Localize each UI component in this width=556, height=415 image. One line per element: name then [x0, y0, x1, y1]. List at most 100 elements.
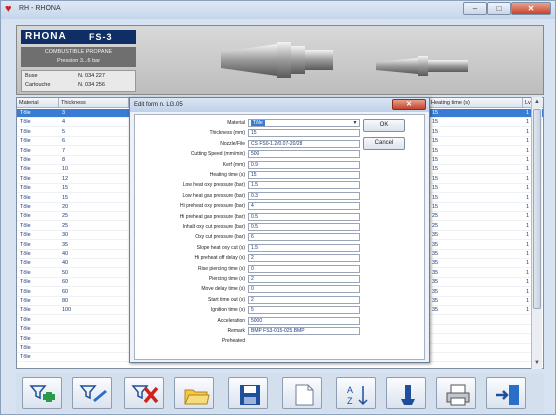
- table-cell-thickness[interactable]: 5: [59, 128, 129, 137]
- table-cell-material[interactable]: Tôle: [17, 306, 59, 316]
- table-cell-heating-time[interactable]: 15: [429, 165, 523, 175]
- field-input[interactable]: 4: [248, 202, 360, 211]
- minimize-button[interactable]: –: [463, 2, 487, 15]
- field-input[interactable]: 2: [248, 275, 360, 283]
- field-input[interactable]: 5000: [248, 316, 360, 325]
- table-cell-heating-time[interactable]: [429, 325, 523, 335]
- cancel-button[interactable]: Cancel: [363, 137, 405, 150]
- table-cell-heating-time[interactable]: 15: [429, 156, 523, 165]
- table-cell-material[interactable]: Tôle: [17, 259, 59, 269]
- table-cell-heating-time[interactable]: 35: [429, 259, 523, 269]
- table-cell-material[interactable]: Tôle: [17, 288, 59, 297]
- chevron-down-icon[interactable]: ▼: [351, 120, 359, 126]
- field-input[interactable]: 500: [248, 150, 360, 159]
- table-cell-material[interactable]: Tôle: [17, 156, 59, 165]
- field-input[interactable]: 5: [248, 306, 360, 315]
- table-cell-thickness[interactable]: 35: [59, 241, 129, 250]
- close-button[interactable]: ✕: [511, 2, 551, 15]
- exit-button[interactable]: [486, 377, 526, 409]
- table-cell-thickness[interactable]: [59, 335, 129, 344]
- grid-scrollbar[interactable]: ▲ ▼: [531, 97, 542, 369]
- field-input[interactable]: [248, 337, 360, 346]
- scroll-thumb[interactable]: [533, 109, 541, 309]
- table-cell-material[interactable]: Tôle: [17, 109, 59, 118]
- field-input[interactable]: 0: [248, 264, 360, 273]
- field-input[interactable]: CS FS0-1.2/0.07-20/28: [248, 139, 360, 148]
- torch-button[interactable]: [386, 377, 426, 409]
- table-cell-heating-time[interactable]: 35: [429, 241, 523, 250]
- table-cell-heating-time[interactable]: 15: [429, 194, 523, 203]
- filter-remove-button[interactable]: [124, 377, 164, 409]
- table-cell-thickness[interactable]: 3: [59, 109, 129, 118]
- table-cell-thickness[interactable]: 25: [59, 222, 129, 231]
- filter-add-button[interactable]: [22, 377, 62, 409]
- save-button[interactable]: [228, 377, 268, 409]
- filter-edit-button[interactable]: [72, 377, 112, 409]
- table-cell-heating-time[interactable]: 15: [429, 175, 523, 184]
- table-cell-thickness[interactable]: 80: [59, 297, 129, 306]
- table-cell-thickness[interactable]: 15: [59, 194, 129, 203]
- table-cell-thickness[interactable]: 20: [59, 203, 129, 212]
- table-cell-thickness[interactable]: 40: [59, 250, 129, 259]
- dialog-close-button[interactable]: ✕: [392, 99, 426, 110]
- table-cell-thickness[interactable]: 25: [59, 212, 129, 222]
- table-cell-material[interactable]: Tôle: [17, 203, 59, 212]
- table-cell-heating-time[interactable]: [429, 335, 523, 344]
- table-cell-heating-time[interactable]: 25: [429, 222, 523, 231]
- table-cell-heating-time[interactable]: [429, 344, 523, 353]
- field-input[interactable]: 2: [248, 295, 360, 304]
- field-input[interactable]: 6: [248, 233, 360, 242]
- field-input[interactable]: 0.5: [248, 212, 360, 221]
- field-input[interactable]: 0.3: [248, 191, 360, 200]
- field-input[interactable]: 2: [248, 254, 360, 263]
- table-cell-heating-time[interactable]: 15: [429, 203, 523, 212]
- table-cell-material[interactable]: Tôle: [17, 222, 59, 231]
- table-cell-heating-time[interactable]: 35: [429, 297, 523, 306]
- table-cell-material[interactable]: Tôle: [17, 269, 59, 278]
- table-cell-material[interactable]: Tôle: [17, 165, 59, 175]
- table-cell-heating-time[interactable]: 15: [429, 109, 523, 118]
- table-cell-heating-time[interactable]: 35: [429, 288, 523, 297]
- field-input[interactable]: 1.5: [248, 243, 360, 252]
- column-header-heating-time[interactable]: Heating time (s): [429, 98, 523, 108]
- column-header-thickness[interactable]: Thickness: [59, 98, 129, 108]
- table-cell-heating-time[interactable]: 15: [429, 137, 523, 147]
- column-header-material[interactable]: Material: [17, 98, 59, 108]
- maximize-button[interactable]: □: [487, 2, 511, 15]
- table-cell-material[interactable]: Tôle: [17, 194, 59, 203]
- scroll-up-icon[interactable]: ▲: [532, 97, 542, 107]
- table-cell-material[interactable]: Tôle: [17, 241, 59, 250]
- table-cell-material[interactable]: Tôle: [17, 250, 59, 259]
- table-cell-thickness[interactable]: 40: [59, 259, 129, 269]
- table-cell-heating-time[interactable]: 35: [429, 231, 523, 241]
- table-cell-heating-time[interactable]: [429, 353, 523, 363]
- table-cell-thickness[interactable]: 30: [59, 231, 129, 241]
- table-cell-heating-time[interactable]: 35: [429, 269, 523, 278]
- table-cell-material[interactable]: Tôle: [17, 278, 59, 288]
- table-cell-heating-time[interactable]: 15: [429, 118, 523, 128]
- table-cell-thickness[interactable]: [59, 325, 129, 335]
- table-cell-thickness[interactable]: 4: [59, 118, 129, 128]
- table-cell-thickness[interactable]: [59, 316, 129, 325]
- table-cell-material[interactable]: Tôle: [17, 128, 59, 137]
- table-cell-material[interactable]: Tôle: [17, 335, 59, 344]
- new-document-button[interactable]: [282, 377, 322, 409]
- table-cell-material[interactable]: Tôle: [17, 118, 59, 128]
- table-cell-thickness[interactable]: 6: [59, 137, 129, 147]
- scroll-down-icon[interactable]: ▼: [532, 358, 542, 368]
- table-cell-thickness[interactable]: [59, 353, 129, 363]
- table-cell-material[interactable]: Tôle: [17, 353, 59, 363]
- field-input[interactable]: 15: [248, 129, 360, 138]
- field-input[interactable]: 0: [248, 285, 360, 294]
- table-cell-heating-time[interactable]: 25: [429, 212, 523, 222]
- table-cell-thickness[interactable]: 15: [59, 184, 129, 194]
- print-button[interactable]: [436, 377, 476, 409]
- table-cell-material[interactable]: Tôle: [17, 147, 59, 156]
- sort-az-button[interactable]: AZ: [336, 377, 376, 409]
- table-cell-thickness[interactable]: 50: [59, 269, 129, 278]
- folder-open-button[interactable]: [174, 377, 214, 409]
- table-cell-thickness[interactable]: [59, 344, 129, 353]
- table-cell-heating-time[interactable]: 15: [429, 128, 523, 137]
- table-cell-thickness[interactable]: 100: [59, 306, 129, 316]
- field-input[interactable]: 1.5: [248, 181, 360, 190]
